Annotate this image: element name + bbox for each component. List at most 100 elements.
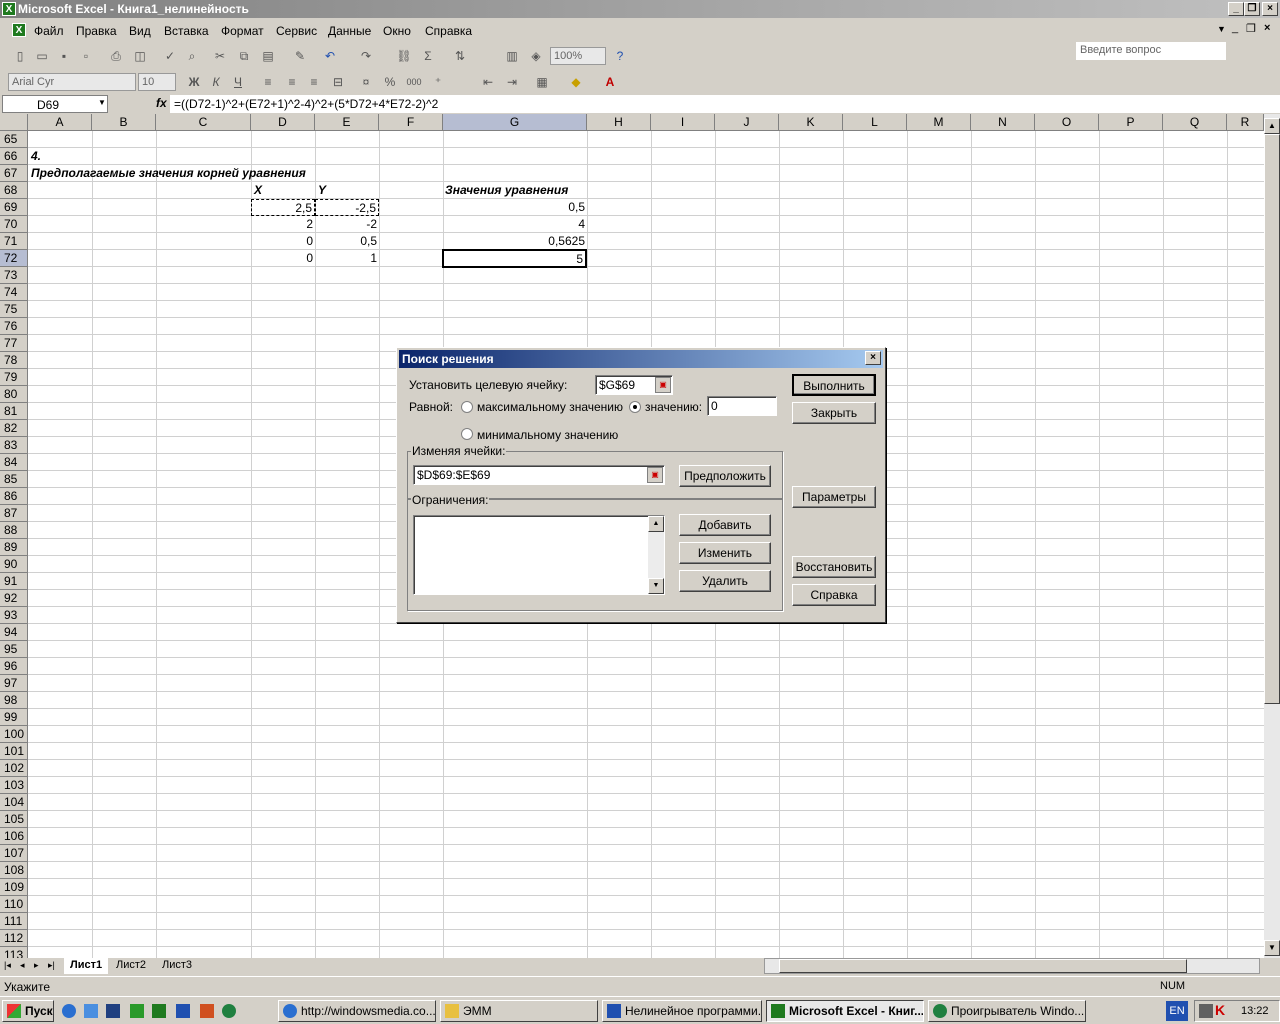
ie-icon[interactable] bbox=[62, 1004, 76, 1018]
research-icon[interactable]: ⌕ bbox=[182, 46, 202, 66]
cell-e70[interactable]: -2 bbox=[315, 216, 379, 233]
menu-tools[interactable]: Сервис bbox=[276, 24, 317, 38]
task-browser[interactable]: http://windowsmedia.co... bbox=[278, 1000, 436, 1022]
network-icon[interactable] bbox=[1199, 1004, 1213, 1018]
copy-icon[interactable]: ⧉ bbox=[234, 46, 254, 66]
task-excel[interactable]: Microsoft Excel - Книг... bbox=[766, 1000, 924, 1022]
menu-window[interactable]: Окно bbox=[383, 24, 411, 38]
row-header[interactable]: 111 bbox=[0, 913, 28, 930]
row-header[interactable]: 70 bbox=[0, 216, 28, 233]
column-header[interactable]: L bbox=[843, 114, 907, 131]
sheet-tab-2[interactable]: Лист2 bbox=[110, 958, 152, 974]
workbook-icon[interactable]: X bbox=[12, 23, 26, 37]
row-header[interactable]: 98 bbox=[0, 692, 28, 709]
column-header[interactable]: B bbox=[92, 114, 156, 131]
change-button[interactable]: Изменить bbox=[679, 542, 771, 564]
chevron-down-icon[interactable]: ▼ bbox=[98, 98, 106, 107]
cell-g69[interactable]: 0,5 bbox=[443, 199, 587, 216]
help-button[interactable]: Справка bbox=[792, 584, 876, 606]
guess-button[interactable]: Предположить bbox=[679, 465, 771, 487]
fx-icon[interactable]: fx bbox=[156, 96, 167, 110]
column-header[interactable]: A bbox=[28, 114, 92, 131]
restore-button[interactable]: ❐ bbox=[1244, 2, 1260, 16]
row-header[interactable]: 83 bbox=[0, 437, 28, 454]
comma-style-icon[interactable]: 000 bbox=[404, 72, 424, 92]
cell-d68[interactable]: X bbox=[252, 182, 315, 199]
column-header[interactable]: F bbox=[379, 114, 443, 131]
cell-d69[interactable]: 2,5 bbox=[251, 199, 315, 216]
first-sheet-icon[interactable]: |◂ bbox=[4, 960, 11, 971]
max-radio-label[interactable]: максимальному значению bbox=[477, 400, 623, 414]
doc-minimize-button[interactable]: _ bbox=[1232, 22, 1238, 34]
format-painter-icon[interactable]: ✎ bbox=[290, 46, 310, 66]
close-button[interactable]: × bbox=[1262, 2, 1278, 16]
close-dialog-button[interactable]: Закрыть bbox=[792, 402, 876, 424]
cell-g70[interactable]: 4 bbox=[443, 216, 587, 233]
row-header[interactable]: 104 bbox=[0, 794, 28, 811]
sort-ascending-icon[interactable]: ⇅ bbox=[450, 46, 470, 66]
value-radio[interactable] bbox=[629, 401, 641, 413]
add-button[interactable]: Добавить bbox=[679, 514, 771, 536]
cell-g71[interactable]: 0,5625 bbox=[443, 233, 587, 250]
drawing-icon[interactable]: ◈ bbox=[526, 46, 546, 66]
row-header[interactable]: 93 bbox=[0, 607, 28, 624]
row-header[interactable]: 91 bbox=[0, 573, 28, 590]
column-header[interactable]: C bbox=[156, 114, 251, 131]
align-center-icon[interactable]: ≡ bbox=[282, 72, 302, 92]
word-quick-icon[interactable] bbox=[176, 1004, 190, 1018]
decrease-indent-icon[interactable]: ⇤ bbox=[478, 72, 498, 92]
percent-icon[interactable]: % bbox=[380, 72, 400, 92]
row-header[interactable]: 76 bbox=[0, 318, 28, 335]
menu-view[interactable]: Вид bbox=[129, 24, 151, 38]
scroll-up-icon[interactable]: ▲ bbox=[1264, 118, 1280, 134]
scroll-down-icon[interactable]: ▼ bbox=[648, 578, 664, 594]
column-header[interactable]: D bbox=[251, 114, 315, 131]
excel-quick-icon[interactable] bbox=[152, 1004, 166, 1018]
row-header[interactable]: 65 bbox=[0, 131, 28, 148]
row-header[interactable]: 69 bbox=[0, 199, 28, 216]
row-header[interactable]: 102 bbox=[0, 760, 28, 777]
column-header[interactable]: G bbox=[443, 114, 587, 131]
print-icon[interactable]: ⎙ bbox=[106, 46, 126, 66]
font-name-select[interactable]: Arial Cyr bbox=[8, 73, 136, 91]
column-header[interactable]: H bbox=[587, 114, 651, 131]
fill-color-icon[interactable]: ◆ bbox=[566, 72, 586, 92]
powerpoint-quick-icon[interactable] bbox=[200, 1004, 214, 1018]
menu-data[interactable]: Данные bbox=[328, 24, 371, 38]
undo-icon[interactable]: ↶ bbox=[320, 46, 340, 66]
help-search-input[interactable]: Введите вопрос bbox=[1076, 42, 1226, 60]
row-header[interactable]: 71 bbox=[0, 233, 28, 250]
constraints-list[interactable]: ▲ ▼ bbox=[413, 515, 665, 595]
row-header[interactable]: 94 bbox=[0, 624, 28, 641]
doc-close-button[interactable]: × bbox=[1264, 22, 1270, 34]
row-header[interactable]: 78 bbox=[0, 352, 28, 369]
minimize-button[interactable]: _ bbox=[1228, 2, 1244, 16]
column-header[interactable]: O bbox=[1035, 114, 1099, 131]
scroll-thumb[interactable] bbox=[1264, 134, 1280, 704]
save-icon[interactable]: ▪ bbox=[54, 46, 74, 66]
borders-icon[interactable]: ▦ bbox=[532, 72, 552, 92]
row-header[interactable]: 109 bbox=[0, 879, 28, 896]
task-folder[interactable]: ЭММ bbox=[440, 1000, 598, 1022]
paste-icon[interactable]: ▤ bbox=[258, 46, 278, 66]
excel-icon[interactable]: X bbox=[2, 2, 16, 16]
media-player-quick-icon[interactable] bbox=[222, 1004, 236, 1018]
open-icon[interactable]: ▭ bbox=[32, 46, 52, 66]
merge-center-icon[interactable]: ⊟ bbox=[328, 72, 348, 92]
column-header[interactable]: R bbox=[1227, 114, 1264, 131]
collapse-dialog-icon[interactable]: ▣ bbox=[655, 377, 671, 393]
options-button[interactable]: Параметры bbox=[792, 486, 876, 508]
print-preview-icon[interactable]: ◫ bbox=[130, 46, 150, 66]
row-header[interactable]: 88 bbox=[0, 522, 28, 539]
row-header[interactable]: 90 bbox=[0, 556, 28, 573]
max-radio[interactable] bbox=[461, 401, 473, 413]
permission-icon[interactable]: ▫ bbox=[76, 46, 96, 66]
vertical-scrollbar[interactable]: ▲ ▼ bbox=[1264, 114, 1280, 958]
value-input[interactable]: 0 bbox=[707, 396, 777, 416]
cell-d70[interactable]: 2 bbox=[251, 216, 315, 233]
menu-file[interactable]: Файл bbox=[34, 24, 64, 38]
cell-d71[interactable]: 0 bbox=[251, 233, 315, 250]
zoom-select[interactable]: 100% bbox=[550, 47, 606, 65]
menu-help[interactable]: Справка bbox=[425, 24, 472, 38]
last-sheet-icon[interactable]: ▸| bbox=[48, 960, 55, 971]
